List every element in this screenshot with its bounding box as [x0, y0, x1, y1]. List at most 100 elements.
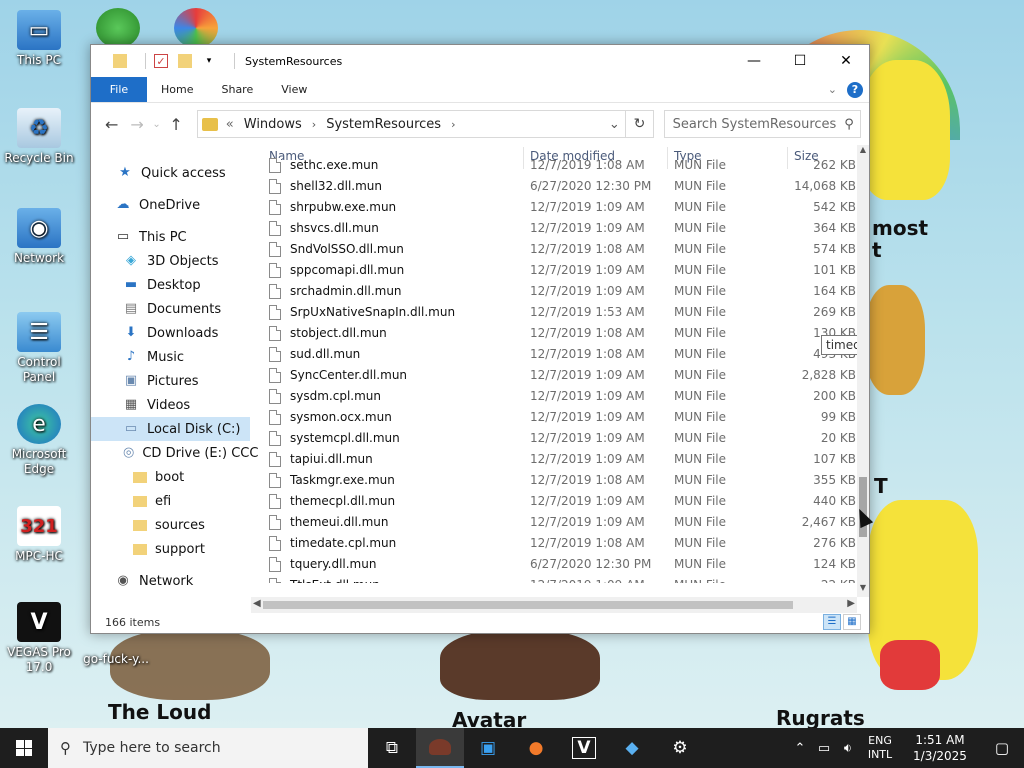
- table-row[interactable]: sppcomapi.dll.mun 12/7/2019 1:09 AM MUN Fi…: [251, 260, 857, 281]
- forward-button[interactable]: →: [124, 115, 149, 134]
- nav-item-pictures[interactable]: ▣ Pictures: [91, 369, 250, 393]
- back-button[interactable]: ←: [99, 115, 124, 134]
- nav-item-3d-objects[interactable]: ◈ 3D Objects: [91, 249, 250, 273]
- table-row[interactable]: sud.dll.mun12/7/2019 1:08 AMMUN File493 …: [251, 344, 857, 365]
- address-bar[interactable]: « Windows › SystemResources › ⌄: [196, 110, 627, 138]
- close-button[interactable]: ✕: [823, 45, 869, 77]
- table-row[interactable]: shell32.dll.mun 6/27/2020 12:30 PM MUN Fil…: [251, 176, 857, 197]
- nav-item-onedrive[interactable]: ☁ OneDrive: [91, 193, 250, 217]
- minimize-button[interactable]: —: [731, 45, 777, 77]
- details-view-button[interactable]: ☰: [823, 614, 841, 630]
- nav-item-network[interactable]: ◉ Network: [91, 569, 250, 593]
- input-language[interactable]: ENG INTL: [860, 734, 900, 762]
- nav-item-this-pc[interactable]: ▭ This PC: [91, 225, 250, 249]
- scroll-right-icon[interactable]: ▶: [847, 598, 855, 609]
- nav-item-music[interactable]: ♪ Music: [91, 345, 250, 369]
- desktop-icon-recycle-bin[interactable]: ♻ Recycle Bin: [0, 108, 78, 166]
- table-row[interactable]: sysmon.ocx.mun 12/7/2019 1:09 AM MUN File 9…: [251, 407, 857, 428]
- refresh-button[interactable]: ↻: [626, 110, 654, 138]
- clock[interactable]: 1:51 AM 1/3/2025: [900, 732, 980, 764]
- desktop-icon-this-pc[interactable]: ▭ This PC: [0, 10, 78, 68]
- network-icon[interactable]: ▭: [812, 741, 836, 756]
- desktop-icon-file[interactable]: go-fuck-y...: [76, 652, 156, 667]
- desktop-icon-edge[interactable]: e Microsoft Edge: [0, 404, 78, 477]
- search-box[interactable]: Search SystemResources ⚲: [663, 110, 861, 138]
- nav-item-efi[interactable]: efi: [91, 489, 250, 513]
- start-button[interactable]: [0, 728, 48, 768]
- table-row[interactable]: Taskmgr.exe.mun 12/7/2019 1:08 AM MUN File…: [251, 470, 857, 491]
- tab-share[interactable]: Share: [207, 77, 267, 102]
- nav-item-videos[interactable]: ▦ Videos: [91, 393, 250, 417]
- taskbar-search[interactable]: ⚲ Type here to search: [48, 728, 368, 768]
- search-icon[interactable]: ⚲: [838, 117, 860, 132]
- nav-item-sources[interactable]: sources: [91, 513, 250, 537]
- properties-icon[interactable]: ✓: [154, 54, 168, 68]
- table-row[interactable]: themecpl.dll.mun 12/7/2019 1:09 AM MUN Fil…: [251, 491, 857, 512]
- table-row[interactable]: timedate.cpl.mun 12/7/2019 1:08 AM MUN Fil…: [251, 533, 857, 554]
- nav-item-support[interactable]: support: [91, 537, 250, 561]
- task-view-button[interactable]: ⧉: [368, 728, 416, 768]
- breadcrumb-systemresources[interactable]: SystemResources: [326, 117, 441, 132]
- show-hidden-icons[interactable]: ⌃: [788, 741, 812, 756]
- table-row[interactable]: SrpUxNativeSnapIn.dll.mun 12/7/2019 1:53 …: [251, 302, 857, 323]
- taskbar-app-settings[interactable]: ⚙: [656, 728, 704, 768]
- nav-item-boot[interactable]: boot: [91, 465, 250, 489]
- large-icons-view-button[interactable]: ▦: [843, 614, 861, 630]
- maximize-button[interactable]: ☐: [777, 45, 823, 77]
- customize-toolbar-icon[interactable]: ▾: [202, 54, 216, 68]
- table-row[interactable]: shsvcs.dll.mun 12/7/2019 1:09 AM MUN File 3…: [251, 218, 857, 239]
- horizontal-scroll-thumb[interactable]: [263, 601, 793, 609]
- table-row[interactable]: themeui.dll.mun 12/7/2019 1:09 AM MUN File…: [251, 512, 857, 533]
- table-row[interactable]: sethc.exe.mun 12/7/2019 1:08 AM MUN File 26…: [251, 155, 857, 176]
- table-row[interactable]: SyncCenter.dll.mun 12/7/2019 1:09 AM MUN F…: [251, 365, 857, 386]
- table-row[interactable]: sysdm.cpl.mun 12/7/2019 1:09 AM MUN File 20…: [251, 386, 857, 407]
- chevron-right-icon[interactable]: ›: [312, 118, 316, 131]
- table-row[interactable]: srchadmin.dll.mun 12/7/2019 1:09 AM MUN Fi…: [251, 281, 857, 302]
- tab-home[interactable]: Home: [147, 77, 207, 102]
- search-input[interactable]: Search SystemResources: [673, 117, 837, 132]
- file-explorer-window[interactable]: ✓ ▾ SystemResources — ☐ ✕ File Home Shar…: [90, 44, 870, 634]
- tab-file[interactable]: File: [91, 77, 147, 102]
- table-row[interactable]: SndVolSSO.dll.mun 12/7/2019 1:08 AM MUN Fi…: [251, 239, 857, 260]
- desktop-icon-control-panel[interactable]: ☰ Control Panel: [0, 312, 78, 385]
- nav-item-documents[interactable]: ▤ Documents: [91, 297, 250, 321]
- address-dropdown-icon[interactable]: ⌄: [603, 117, 625, 132]
- recent-locations-button[interactable]: ⌄: [150, 119, 164, 130]
- taskbar-app-explorer-window[interactable]: [416, 728, 464, 768]
- table-row[interactable]: tapiui.dll.mun 12/7/2019 1:09 AM MUN File 1…: [251, 449, 857, 470]
- scroll-down-icon[interactable]: ▼: [857, 583, 869, 597]
- table-row[interactable]: TtlsExt.dll.mun 12/7/2019 1:09 AM MUN File…: [251, 575, 857, 583]
- taskbar-app-vegas[interactable]: V: [560, 728, 608, 768]
- table-row[interactable]: shrpubw.exe.mun 12/7/2019 1:09 AM MUN File…: [251, 197, 857, 218]
- nav-item-local-disk[interactable]: ▭ Local Disk (C:): [91, 417, 250, 441]
- table-row[interactable]: systemcpl.dll.mun 12/7/2019 1:09 AM MUN Fi…: [251, 428, 857, 449]
- file-list[interactable]: ⌃ Name Date modified Type Size sethc.exe…: [251, 145, 869, 613]
- nav-item-cd-drive[interactable]: ◎ CD Drive (E:) CCC: [91, 441, 258, 465]
- breadcrumb-windows[interactable]: Windows: [244, 117, 302, 132]
- notification-button[interactable]: ▢: [980, 739, 1024, 757]
- taskbar-search-input[interactable]: Type here to search: [83, 740, 221, 756]
- new-folder-icon[interactable]: [178, 54, 192, 68]
- nav-item-quick-access[interactable]: ★ Quick access: [91, 161, 250, 185]
- taskbar-app-firefox[interactable]: ●: [512, 728, 560, 768]
- title-bar[interactable]: ✓ ▾ SystemResources — ☐ ✕: [91, 45, 869, 77]
- taskbar-app-store[interactable]: ▣: [464, 728, 512, 768]
- nav-item-downloads[interactable]: ⬇ Downloads: [91, 321, 250, 345]
- vertical-scrollbar[interactable]: ▲ ▼: [857, 145, 869, 597]
- breadcrumb-overflow[interactable]: «: [226, 117, 234, 132]
- scroll-left-icon[interactable]: ◀: [253, 598, 261, 609]
- taskbar-app-virtualbox[interactable]: ◆: [608, 728, 656, 768]
- scroll-up-icon[interactable]: ▲: [857, 145, 869, 159]
- help-icon[interactable]: ?: [847, 81, 863, 98]
- volume-icon[interactable]: 🔉︎: [836, 741, 860, 756]
- up-button[interactable]: ↑: [163, 115, 188, 134]
- table-row[interactable]: tquery.dll.mun 6/27/2020 12:30 PM MUN File…: [251, 554, 857, 575]
- desktop-icon-vegas-pro[interactable]: V VEGAS Pro 17.0: [0, 602, 78, 675]
- table-row[interactable]: stobject.dll.mun 12/7/2019 1:08 AM MUN Fil…: [251, 323, 857, 344]
- desktop-icon-mpc-hc[interactable]: 321 MPC-HC: [0, 506, 78, 564]
- tab-view[interactable]: View: [267, 77, 321, 102]
- expand-ribbon-icon[interactable]: ⌄: [828, 83, 837, 96]
- desktop-icon-network[interactable]: ◉ Network: [0, 208, 78, 266]
- chevron-right-icon[interactable]: ›: [451, 118, 455, 131]
- nav-item-desktop[interactable]: ▬ Desktop: [91, 273, 250, 297]
